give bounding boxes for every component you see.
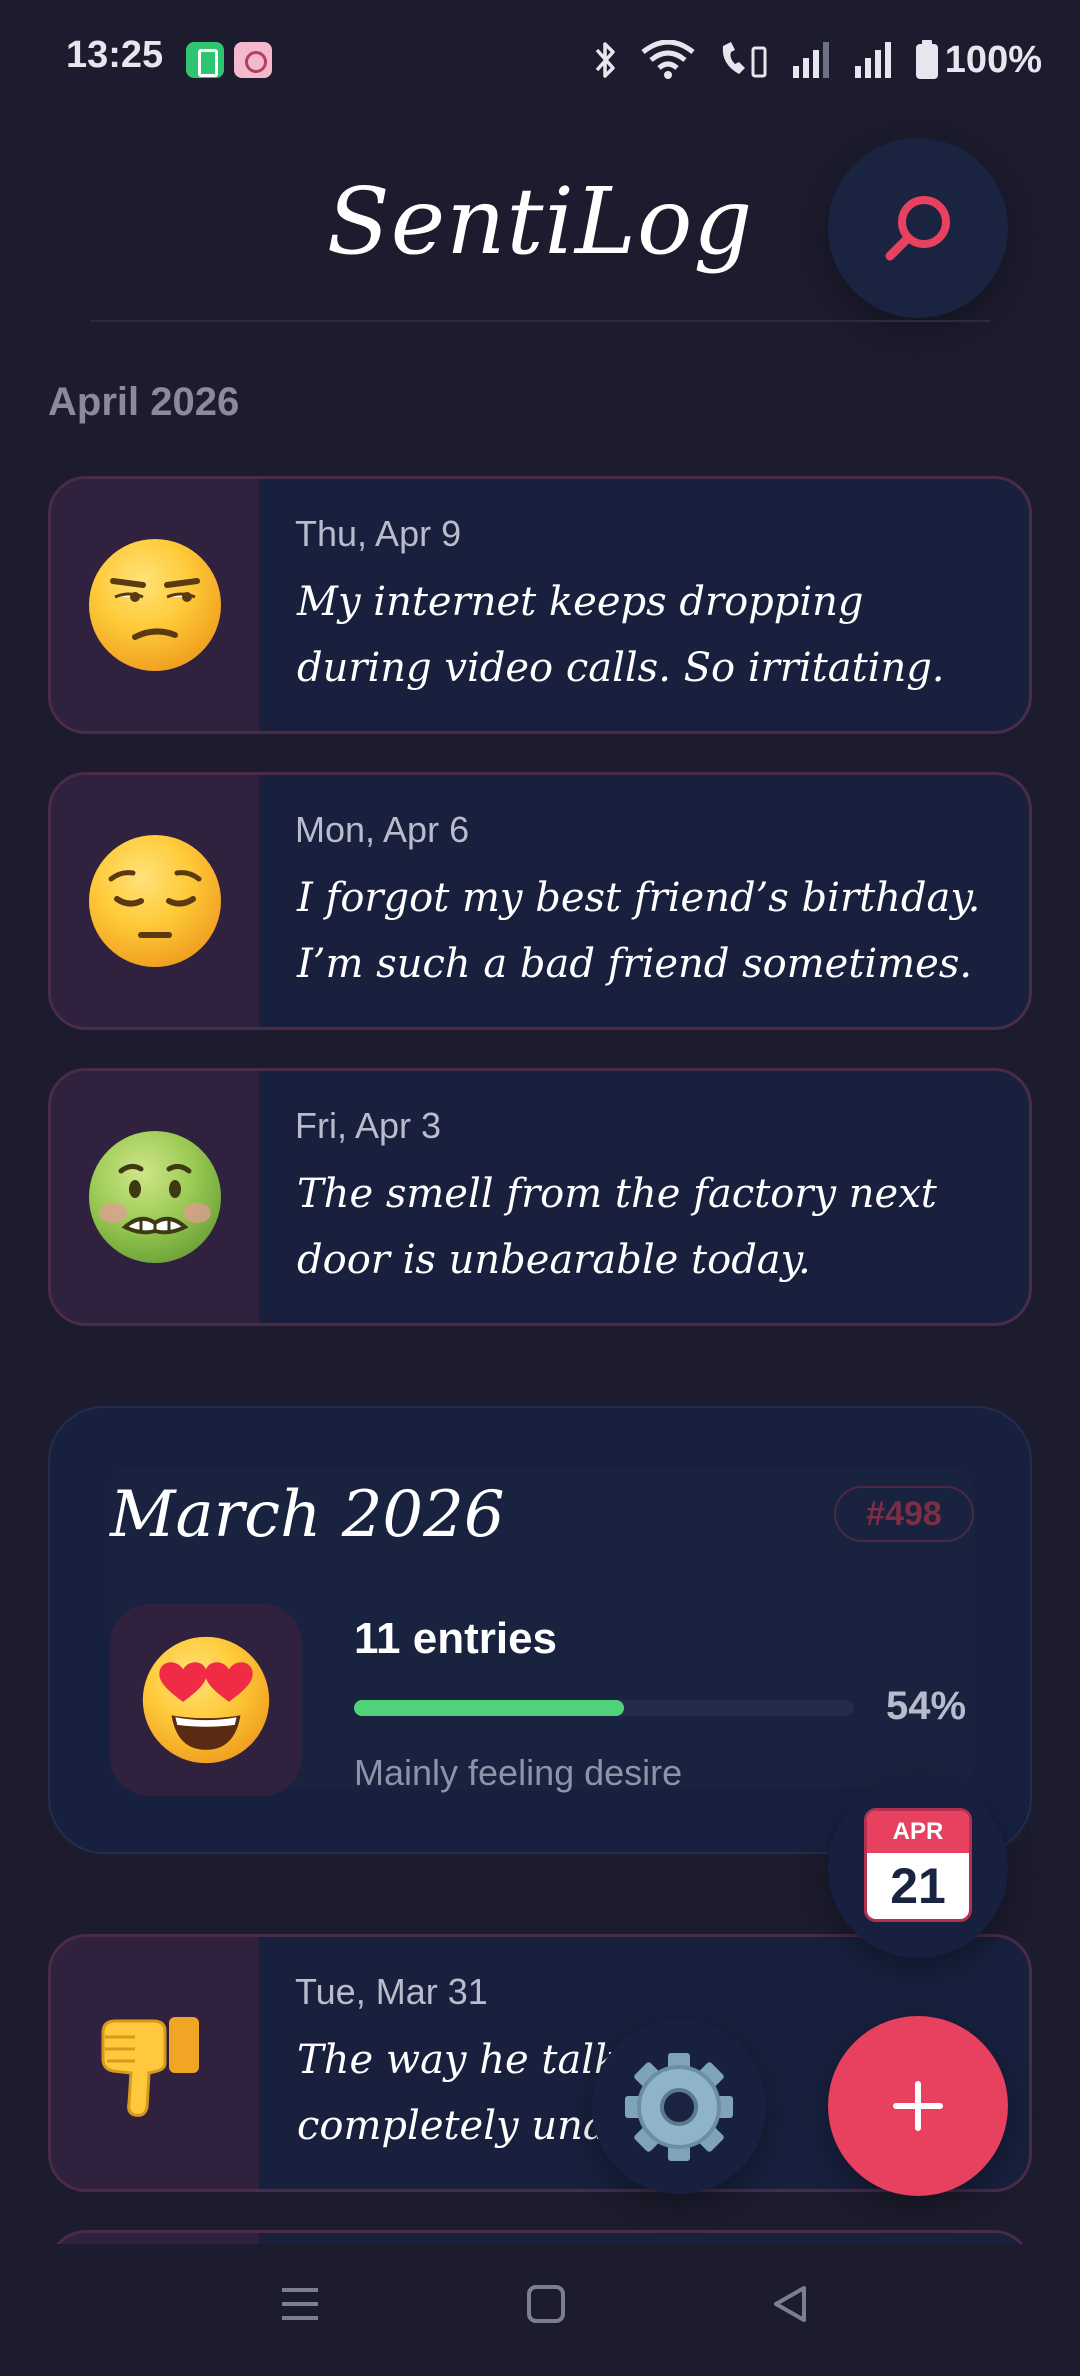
entry-text: The smell from the factory next door is … — [297, 1171, 937, 1283]
calendar-icon: APR 21 — [864, 1808, 972, 1922]
entry-date: Mon, Apr 6 — [295, 809, 470, 850]
battery-saver-app-icon — [186, 42, 224, 78]
unamused-face-icon — [89, 539, 221, 671]
entry-emoji-panel — [51, 479, 259, 731]
entry-text: My internet keeps dropping during video … — [297, 579, 945, 691]
month-mood-label: Mainly feeling desire — [354, 1752, 683, 1793]
month-entry-count: 11 entries — [354, 1614, 558, 1663]
battery-icon — [915, 40, 938, 79]
calendar-month: APR — [867, 1811, 969, 1853]
signal-icon — [854, 42, 891, 78]
nauseated-face-icon — [89, 1131, 221, 1263]
mood-progress-fill — [354, 1700, 624, 1716]
status-time: 13:25 — [66, 34, 164, 76]
entry-date: Fri, Apr 3 — [295, 1105, 442, 1146]
battery-percent: 100% — [944, 38, 1042, 81]
recent-apps-icon[interactable] — [280, 2284, 320, 2324]
mood-progress-bar — [354, 1700, 854, 1716]
entry-date: Thu, Apr 9 — [295, 513, 462, 554]
entry-card[interactable]: Fri, Apr 3 The smell from the factory ne… — [48, 1068, 1032, 1326]
calendar-button[interactable]: APR 21 — [828, 1778, 1008, 1958]
home-icon[interactable] — [526, 2284, 566, 2324]
month-emoji-panel — [110, 1604, 302, 1796]
mood-progress-percent: 54% — [886, 1684, 967, 1728]
add-entry-button[interactable] — [828, 2016, 1008, 2196]
month-summary-badge: #498 — [834, 1486, 974, 1542]
settings-button[interactable] — [592, 2020, 766, 2194]
system-nav-bar — [0, 2244, 1080, 2376]
calendar-day: 21 — [890, 1858, 946, 1914]
status-bar: 13:25 100% — [0, 0, 1080, 118]
header-divider — [90, 320, 990, 322]
entry-emoji-panel — [51, 1071, 259, 1323]
entry-text: I forgot my best friend’s birthday. I’m … — [297, 875, 981, 987]
entry-card[interactable]: Mon, Apr 6 I forgot my best friend’s bir… — [48, 772, 1032, 1030]
back-icon[interactable] — [770, 2284, 810, 2324]
flower-app-icon — [234, 42, 272, 78]
month-summary-title: March 2026 — [110, 1478, 505, 1552]
pensive-face-icon — [89, 835, 221, 967]
plus-icon — [893, 2081, 943, 2131]
wifi-call-icon — [722, 42, 767, 78]
thumbs-down-icon — [101, 2017, 199, 2117]
search-button[interactable] — [828, 138, 1008, 318]
entry-card[interactable]: Thu, Apr 9 My internet keeps dropping du… — [48, 476, 1032, 734]
search-icon — [885, 196, 950, 261]
battery-indicator: 100% — [915, 39, 1042, 82]
wifi-icon — [641, 40, 695, 79]
sentilog-screen: 13:25 100% SentiLog April 2026 Thu, Apr … — [0, 0, 1080, 2376]
entry-emoji-panel — [51, 1937, 259, 2189]
heart-eyes-face-icon — [142, 1636, 270, 1764]
month-heading: April 2026 — [48, 380, 240, 424]
entry-date: Tue, Mar 31 — [295, 1971, 488, 2012]
entry-text-line1: The way he talke — [297, 2037, 642, 2083]
signal-icon — [792, 42, 829, 78]
entry-emoji-panel — [51, 775, 259, 1027]
gear-icon — [625, 2053, 733, 2161]
status-icons: 100% — [593, 30, 1042, 90]
bluetooth-icon — [595, 42, 615, 78]
